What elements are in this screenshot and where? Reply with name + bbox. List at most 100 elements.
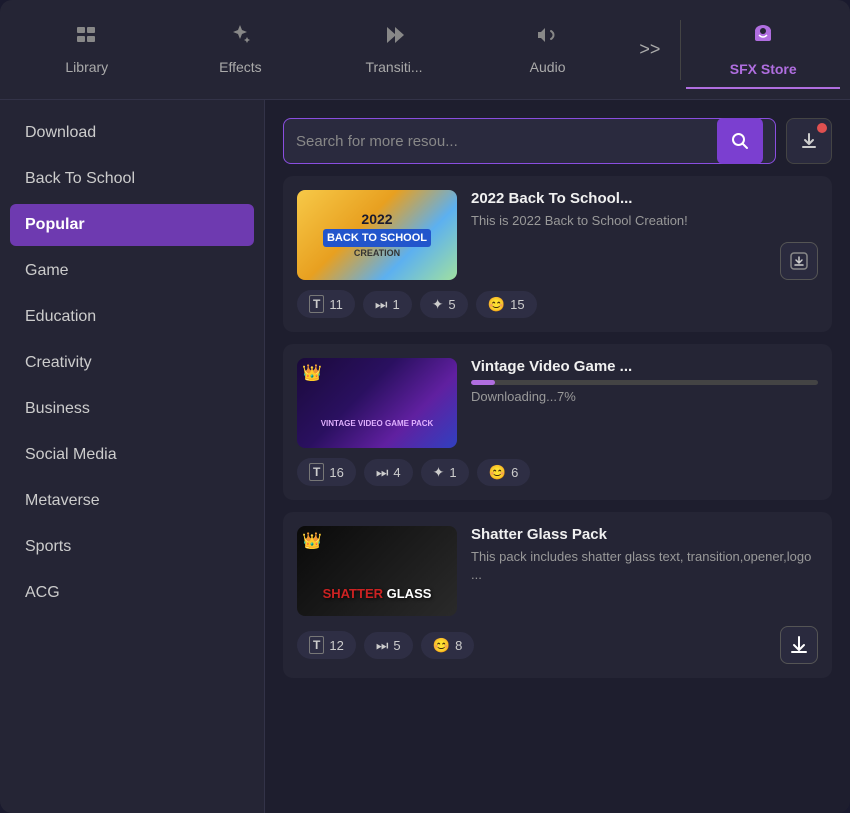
sidebar-label-sports: Sports	[25, 538, 71, 555]
stat-icon-effect-2: ✦	[433, 464, 445, 481]
stat-value-effect-1: 5	[448, 297, 455, 312]
stat-text-1: T 11	[297, 290, 355, 318]
sidebar-label-acg: ACG	[25, 584, 60, 601]
sidebar-item-download[interactable]: Download	[0, 110, 264, 156]
card-info: 2022 Back To School... This is 2022 Back…	[471, 190, 766, 230]
nav-divider	[680, 20, 681, 80]
stat-icon-transition-2: ⏭	[376, 464, 389, 481]
audio-icon	[536, 23, 560, 53]
progress-bar-bg	[471, 380, 818, 385]
nav-label-audio: Audio	[530, 59, 566, 75]
main-layout: Download Back To School Popular Game Edu…	[0, 100, 850, 813]
sidebar-label-metaverse: Metaverse	[25, 492, 100, 509]
stat-icon-emoji-2: 😊	[489, 464, 506, 481]
library-icon	[75, 23, 99, 53]
sidebar-label-education: Education	[25, 308, 96, 325]
card-shatter-glass: 👑 SHATTER GLASS Shatter Glass Pack This …	[283, 512, 832, 678]
sidebar-item-game[interactable]: Game	[0, 248, 264, 294]
nav-label-effects: Effects	[219, 59, 262, 75]
stat-value-effect-2: 1	[449, 465, 456, 480]
sidebar-label-download: Download	[25, 124, 96, 141]
nav-item-effects[interactable]: Effects	[164, 13, 318, 87]
search-icon	[731, 132, 749, 150]
stat-emoji-2: 😊 6	[477, 459, 531, 486]
card-title-1: 2022 Back To School...	[471, 190, 766, 207]
nav-label-library: Library	[65, 59, 108, 75]
card-download-icon-1	[789, 251, 809, 271]
card-info-2: Vintage Video Game ... Downloading...7%	[471, 358, 818, 404]
nav-more-button[interactable]: >>	[624, 29, 675, 70]
stat-value-emoji-2: 6	[511, 465, 518, 480]
stat-effect-1: ✦ 5	[420, 291, 468, 318]
card-download-button-1[interactable]	[780, 242, 818, 280]
stat-value-transition-1: 1	[392, 297, 399, 312]
sidebar-item-creativity[interactable]: Creativity	[0, 340, 264, 386]
sidebar-item-metaverse[interactable]: Metaverse	[0, 478, 264, 524]
stat-emoji-1: 😊 15	[476, 291, 537, 318]
download-queue-button[interactable]	[786, 118, 832, 164]
stat-icon-emoji-1: 😊	[488, 296, 505, 313]
stat-text-2: T 16	[297, 458, 356, 486]
card-desc-3: This pack includes shatter glass text, t…	[471, 548, 818, 584]
sidebar-item-social-media[interactable]: Social Media	[0, 432, 264, 478]
stat-value-text-1: 11	[329, 297, 343, 312]
sidebar-label-popular: Popular	[25, 216, 85, 233]
card-top-3: 👑 SHATTER GLASS Shatter Glass Pack This …	[297, 526, 818, 616]
progress-text: Downloading...7%	[471, 389, 818, 404]
notification-dot	[817, 123, 827, 133]
sidebar-label-social-media: Social Media	[25, 446, 117, 463]
stat-icon-transition-3: ⏭	[376, 637, 389, 654]
sidebar-item-business[interactable]: Business	[0, 386, 264, 432]
card-title-3: Shatter Glass Pack	[471, 526, 818, 543]
card-thumbnail-bts: 2022 BACK TO SCHOOL CREATION	[297, 190, 457, 280]
stat-transition-1: ⏭ 1	[363, 291, 412, 318]
effects-icon	[228, 23, 252, 53]
stat-icon-text-2: T	[309, 463, 324, 481]
transitions-icon	[382, 23, 406, 53]
nav-label-sfx-store: SFX Store	[730, 61, 797, 77]
sidebar-item-acg[interactable]: ACG	[0, 570, 264, 616]
card-thumbnail-vvg: 👑 VINTAGE VIDEO GAME PACK	[297, 358, 457, 448]
stat-value-transition-3: 5	[393, 638, 400, 653]
search-input[interactable]	[296, 133, 717, 150]
card-vintage-video-game: 👑 VINTAGE VIDEO GAME PACK Vintage Video …	[283, 344, 832, 500]
stat-value-emoji-3: 8	[455, 638, 462, 653]
nav-label-transitions: Transiti...	[365, 59, 422, 75]
card-title-2: Vintage Video Game ...	[471, 358, 818, 375]
stats-row-3: T 12 ⏭ 5 😊 8	[297, 626, 818, 664]
sidebar-item-popular[interactable]: Popular	[10, 204, 254, 246]
stat-icon-text-3: T	[309, 636, 324, 654]
top-nav: Library Effects Transiti...	[0, 0, 850, 100]
stat-icon-transition-1: ⏭	[375, 296, 388, 313]
progress-area: Downloading...7%	[471, 380, 818, 404]
card-top: 2022 BACK TO SCHOOL CREATION 2022 Back T…	[297, 190, 818, 280]
sidebar-label-game: Game	[25, 262, 69, 279]
sidebar-label-business: Business	[25, 400, 90, 417]
card-download-button-3[interactable]	[780, 626, 818, 664]
nav-item-transitions[interactable]: Transiti...	[317, 13, 471, 87]
stat-emoji-3: 😊 8	[421, 632, 475, 659]
stat-value-text-2: 16	[329, 465, 343, 480]
stat-value-text-3: 12	[329, 638, 343, 653]
sidebar-item-back-to-school[interactable]: Back To School	[0, 156, 264, 202]
search-wrapper	[283, 118, 776, 164]
progress-bar-fill	[471, 380, 495, 385]
nav-more-label: >>	[639, 39, 660, 59]
stat-icon-text: T	[309, 295, 324, 313]
stats-row-2: T 16 ⏭ 4 ✦ 1 😊 6	[297, 458, 818, 486]
sidebar-item-education[interactable]: Education	[0, 294, 264, 340]
card-download-container-3	[780, 626, 818, 664]
nav-item-sfx-store[interactable]: SFX Store	[686, 11, 840, 89]
sidebar: Download Back To School Popular Game Edu…	[0, 100, 265, 813]
stats-row-1: T 11 ⏭ 1 ✦ 5 😊 15	[297, 290, 818, 318]
nav-item-library[interactable]: Library	[10, 13, 164, 87]
download-queue-icon	[799, 131, 819, 151]
stat-effect-2: ✦ 1	[421, 459, 469, 486]
card-thumbnail-sg: 👑 SHATTER GLASS	[297, 526, 457, 616]
nav-item-audio[interactable]: Audio	[471, 13, 625, 87]
card-back-to-school: 2022 BACK TO SCHOOL CREATION 2022 Back T…	[283, 176, 832, 332]
sidebar-item-sports[interactable]: Sports	[0, 524, 264, 570]
sidebar-label-creativity: Creativity	[25, 354, 92, 371]
search-button[interactable]	[717, 118, 763, 164]
stat-transition-3: ⏭ 5	[364, 632, 413, 659]
